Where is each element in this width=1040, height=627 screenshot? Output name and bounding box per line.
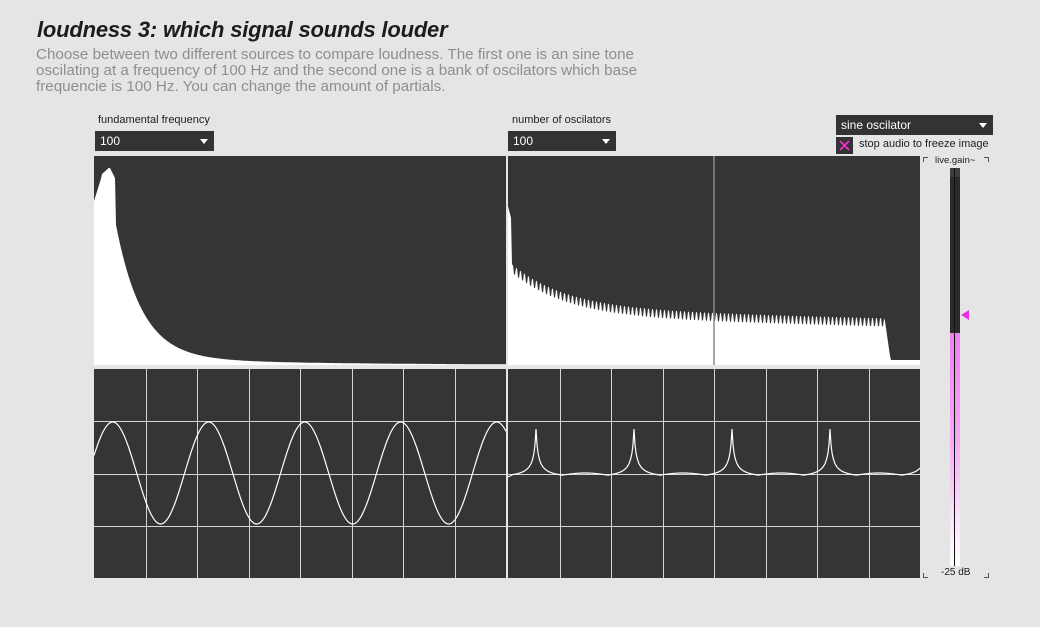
number-of-oscillators-label: number of oscilators <box>512 114 612 126</box>
source-selector-dropdown[interactable]: sine oscilator <box>836 115 993 135</box>
chevron-down-icon <box>200 139 208 144</box>
frame-corner <box>984 573 989 578</box>
gain-meter-level <box>950 332 960 566</box>
source-selector-value: sine oscilator <box>841 118 912 132</box>
spectrum-display-oscillator-bank <box>508 156 920 365</box>
gain-meter-title: live.gain~ <box>935 155 976 166</box>
oscilloscope-sine <box>94 369 506 578</box>
freeze-toggle[interactable] <box>836 137 853 154</box>
page-title: loudness 3: which signal sounds louder <box>37 17 448 42</box>
frame-corner <box>923 157 928 162</box>
number-of-oscillators-dropdown[interactable]: 100 <box>508 131 616 151</box>
gain-value-label: -25 dB <box>941 567 971 578</box>
fundamental-frequency-value: 100 <box>100 134 121 148</box>
oscilloscope-oscillator-bank <box>508 369 920 578</box>
frame-corner <box>923 573 928 578</box>
spectrum-display-sine <box>94 156 506 365</box>
number-of-oscillators-value: 100 <box>513 134 534 148</box>
x-mark-icon <box>839 140 850 151</box>
fundamental-frequency-label: fundamental frequency <box>98 114 210 126</box>
freeze-toggle-label: stop audio to freeze image <box>859 138 989 150</box>
page-description: Choose between two different sources to … <box>36 46 638 95</box>
gain-meter-divider <box>954 168 955 566</box>
chevron-down-icon <box>602 139 610 144</box>
gain-meter[interactable] <box>950 168 960 566</box>
gain-meter-top <box>950 168 960 177</box>
chevron-down-icon <box>979 123 987 128</box>
fundamental-frequency-dropdown[interactable]: 100 <box>95 131 214 151</box>
gain-slider-handle[interactable] <box>961 310 969 321</box>
frame-corner <box>984 157 989 162</box>
